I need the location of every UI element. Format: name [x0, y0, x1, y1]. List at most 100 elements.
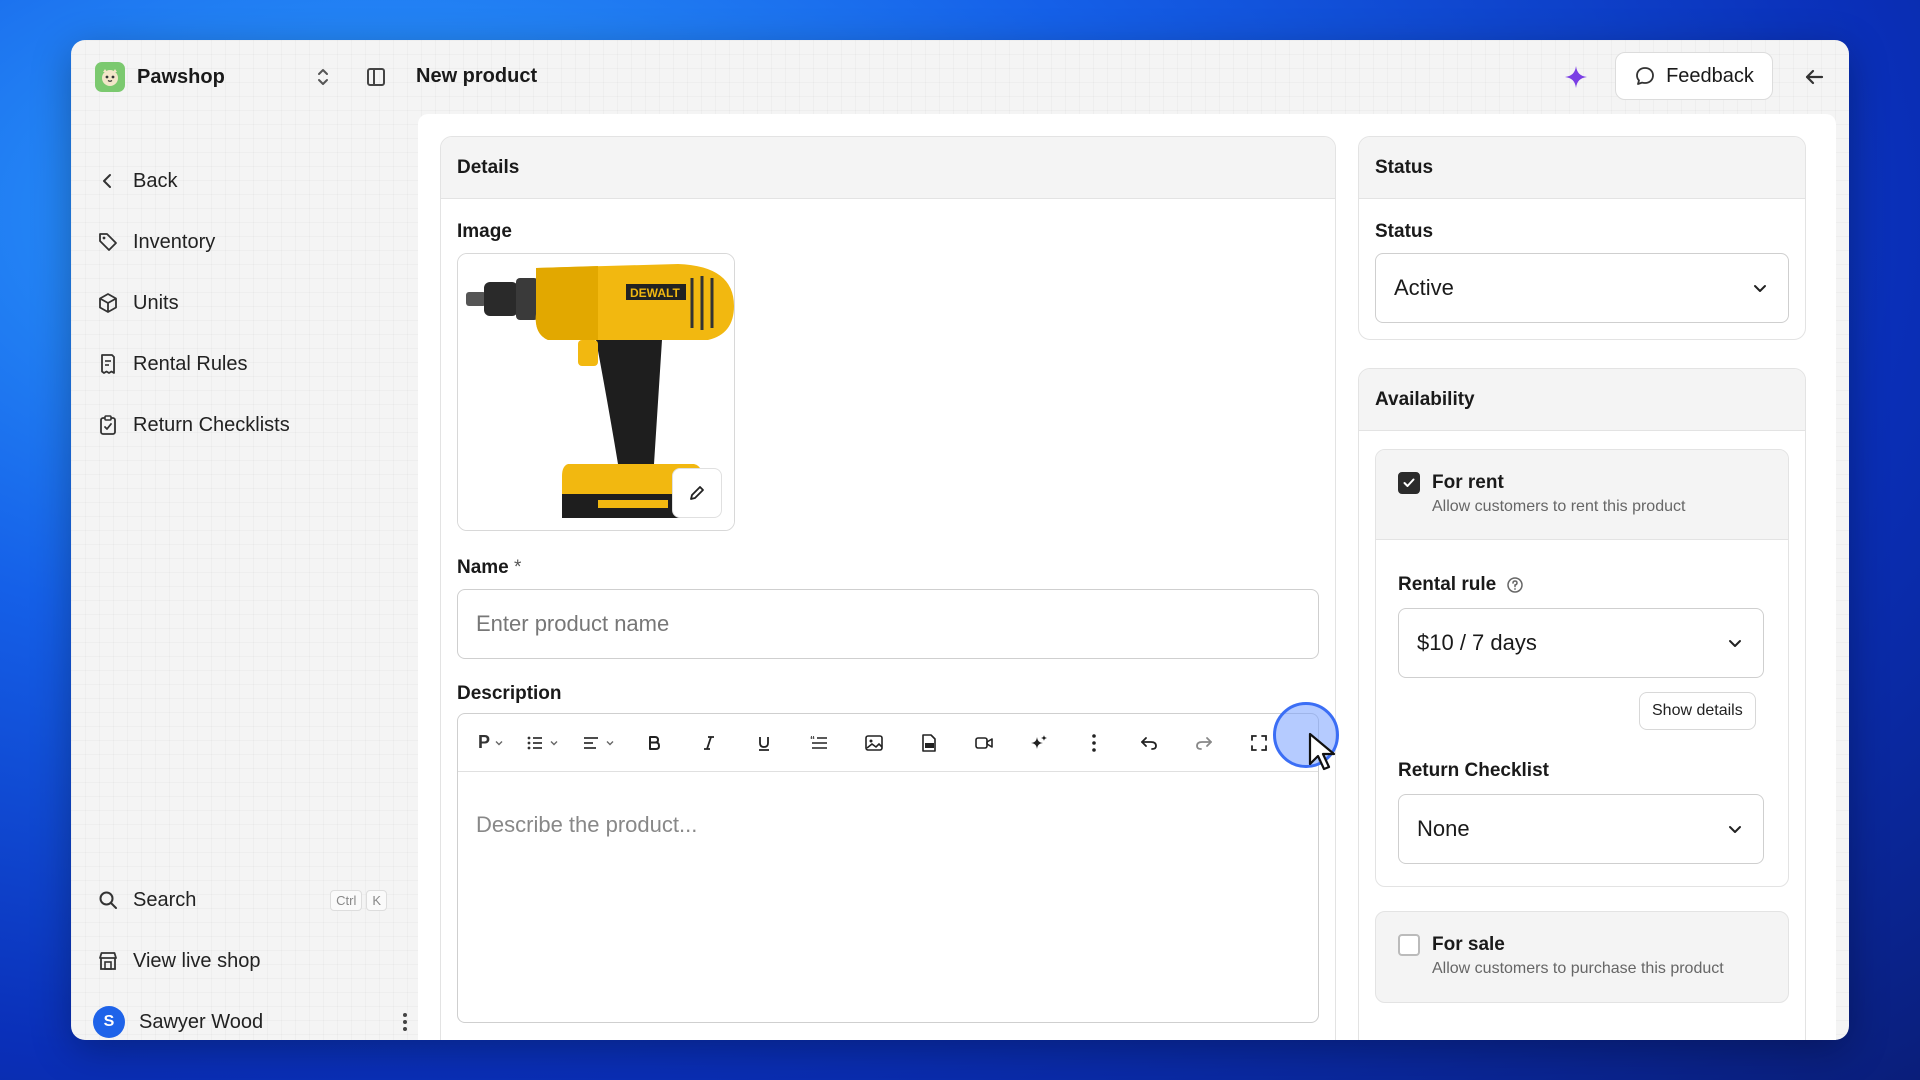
- chevron-left-icon: [103, 174, 111, 188]
- pawshop-logo-icon: [95, 62, 125, 92]
- kbd-k: K: [366, 889, 387, 911]
- sidebar-item-units[interactable]: Units: [97, 281, 397, 325]
- for-sale-description: Allow customers to purchase this product: [1432, 960, 1724, 977]
- status-select[interactable]: Active: [1375, 253, 1789, 323]
- chevron-down-icon: [495, 740, 503, 745]
- list-dropdown[interactable]: [514, 723, 570, 763]
- status-card: Status Status Active: [1358, 136, 1806, 340]
- redo-button[interactable]: [1176, 723, 1231, 763]
- video-icon: [974, 736, 993, 749]
- storefront-icon: [99, 952, 117, 970]
- undo-button[interactable]: [1121, 723, 1176, 763]
- underline-button[interactable]: [736, 723, 791, 763]
- avatar: S: [93, 1006, 125, 1038]
- pdf-file-icon: [921, 733, 936, 752]
- align-dropdown[interactable]: [570, 723, 626, 763]
- description-label: Description: [457, 683, 562, 704]
- user-profile[interactable]: S Sawyer Wood: [93, 1000, 407, 1040]
- availability-card-title: Availability: [1359, 369, 1805, 431]
- blockquote-button[interactable]: “: [791, 723, 846, 763]
- product-name-input[interactable]: [457, 589, 1319, 659]
- back-label: Back: [133, 169, 178, 192]
- arrow-left-icon[interactable]: [1797, 60, 1831, 94]
- insert-pdf-button[interactable]: [901, 723, 956, 763]
- page-title: New product: [416, 65, 538, 87]
- image-icon: [864, 734, 883, 751]
- return-checklist-select[interactable]: None: [1398, 794, 1764, 864]
- name-label: Name *: [457, 557, 521, 579]
- italic-icon: [703, 735, 714, 750]
- rental-rule-label-text: Rental rule: [1398, 574, 1497, 595]
- sidebar-item-inventory[interactable]: Inventory: [97, 220, 397, 264]
- show-details-button[interactable]: Show details: [1639, 692, 1756, 730]
- sidebar-item-label: Inventory: [133, 230, 216, 253]
- underline-icon: [758, 736, 769, 751]
- ai-assist-button[interactable]: [1011, 723, 1066, 763]
- for-rent-option[interactable]: For rent Allow customers to rent this pr…: [1376, 450, 1788, 540]
- for-rent-description: Allow customers to rent this product: [1432, 498, 1686, 515]
- brand[interactable]: Pawshop: [95, 62, 225, 92]
- main-content: Details Image DEWALT Name * Enter produc…: [418, 114, 1836, 1040]
- for-rent-section: For rent Allow customers to rent this pr…: [1375, 449, 1789, 887]
- search-shortcut: Ctrl K: [330, 889, 387, 911]
- sidebar-item-label: Rental Rules: [133, 352, 248, 375]
- quote-icon: “: [810, 735, 827, 749]
- chevron-up-down-icon[interactable]: [311, 64, 335, 90]
- help-circle-icon[interactable]: [1506, 576, 1524, 594]
- for-rent-checkbox[interactable]: [1398, 472, 1420, 494]
- rental-rule-select[interactable]: $10 / 7 days: [1398, 608, 1764, 678]
- search-button[interactable]: Search Ctrl K: [97, 878, 397, 922]
- product-image[interactable]: DEWALT: [457, 253, 735, 531]
- bold-icon: [648, 735, 660, 750]
- return-checklist-label: Return Checklist: [1398, 760, 1549, 781]
- feedback-label: Feedback: [1666, 64, 1754, 87]
- editor-toolbar: P “: [458, 714, 1318, 772]
- receipt-icon: [101, 354, 115, 374]
- sidebar-item-rental-rules[interactable]: Rental Rules: [97, 342, 397, 386]
- for-sale-label: For sale: [1432, 934, 1505, 955]
- status-card-title: Status: [1359, 137, 1805, 199]
- return-checklist-value: None: [1417, 816, 1470, 841]
- rental-rule-label: Rental rule: [1398, 574, 1524, 596]
- feedback-button[interactable]: Feedback: [1615, 52, 1773, 100]
- sparkles-icon: [1030, 734, 1047, 749]
- sidebar-item-label: Units: [133, 291, 179, 314]
- svg-text:“: “: [810, 735, 815, 746]
- status-label: Status: [1375, 221, 1434, 242]
- chevron-down-icon: [606, 740, 614, 745]
- more-options-button[interactable]: [1066, 723, 1121, 763]
- list-icon: [527, 736, 542, 749]
- kbd-ctrl: Ctrl: [330, 889, 363, 911]
- status-value: Active: [1394, 275, 1454, 300]
- app-window: Pawshop New product Feedback Back Invent…: [71, 40, 1849, 1040]
- tag-icon: [99, 233, 117, 251]
- insert-image-button[interactable]: [846, 723, 901, 763]
- for-sale-option[interactable]: For sale Allow customers to purchase thi…: [1376, 912, 1788, 1000]
- paragraph-style-dropdown[interactable]: P: [468, 723, 514, 763]
- paragraph-style-label: P: [477, 732, 490, 752]
- more-vertical-icon[interactable]: [393, 1000, 417, 1040]
- undo-icon: [1140, 736, 1157, 750]
- edit-image-button[interactable]: [672, 468, 722, 518]
- sidebar-toggle-icon[interactable]: [363, 64, 389, 90]
- insert-video-button[interactable]: [956, 723, 1011, 763]
- details-card-title: Details: [441, 137, 1335, 199]
- view-live-shop-link[interactable]: View live shop: [97, 939, 397, 983]
- app-name: Pawshop: [137, 65, 225, 88]
- for-sale-checkbox[interactable]: [1398, 934, 1420, 956]
- required-marker: *: [514, 557, 522, 578]
- back-link[interactable]: Back: [97, 159, 397, 203]
- clipboard-check-icon: [100, 415, 116, 435]
- bold-button[interactable]: [626, 723, 681, 763]
- pencil-icon: [690, 486, 704, 500]
- italic-button[interactable]: [681, 723, 736, 763]
- name-label-text: Name: [457, 557, 509, 578]
- more-vertical-icon: [1091, 733, 1096, 752]
- svg-text:DEWALT: DEWALT: [630, 286, 680, 300]
- ai-sparkle-icon[interactable]: [1561, 62, 1591, 92]
- align-left-icon: [584, 736, 598, 749]
- search-label: Search: [133, 888, 197, 911]
- description-textarea[interactable]: Describe the product...: [458, 772, 1318, 878]
- sidebar-item-return-checklists[interactable]: Return Checklists: [97, 403, 397, 447]
- mouse-pointer-icon: [1308, 732, 1336, 771]
